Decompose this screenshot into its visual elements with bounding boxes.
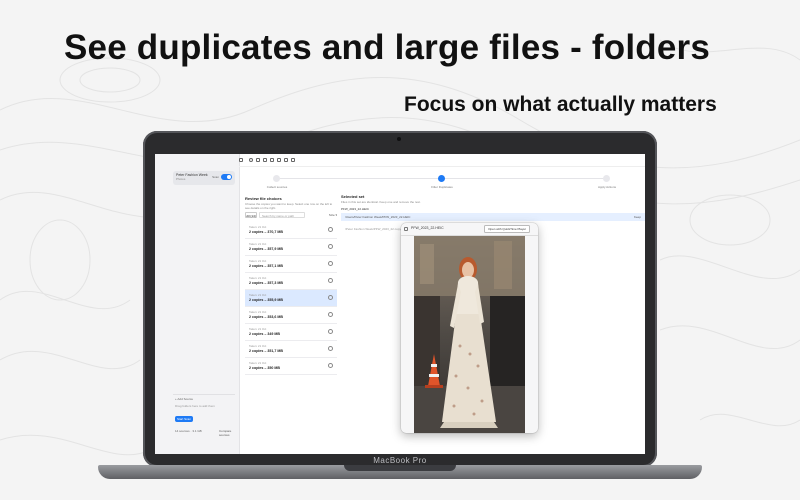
compare-sources-button[interactable]: Compare sources (219, 429, 239, 437)
selected-set-title: Selected set (341, 194, 365, 199)
selected-file-row[interactable]: /Users/Peter Fashion Week/PFW_2023_22.HE… (341, 213, 645, 221)
list-item-size: 2 copies – 349 MB (249, 332, 280, 336)
list-item-date: Taken: 21 Oct (249, 327, 267, 331)
list-item-size: 2 copies – 357,3 MB (249, 281, 283, 285)
list-item-size: 2 copies – 357,9 MB (249, 247, 283, 251)
folder-icon[interactable] (256, 158, 260, 162)
step-1-dot[interactable] (273, 175, 280, 182)
list-item-date: Taken: 21 Oct (249, 259, 267, 263)
step-3-label: Apply Actions (597, 185, 616, 189)
list-item-size: 2 copies – 350 MB (249, 366, 280, 370)
eye-icon[interactable] (328, 227, 333, 232)
eye-icon[interactable] (328, 363, 333, 368)
keep-tag[interactable]: Keep (634, 215, 641, 219)
filter-bar: All (14) Search by name or path Size ▾ (245, 212, 337, 218)
camera-icon (397, 137, 401, 141)
laptop-brand-label: MacBook Pro (373, 456, 427, 465)
search-input[interactable]: Search by name or path (259, 212, 305, 218)
selected-file-path: /Users/Peter Fashion Week/PFW_2023_22.HE… (345, 215, 411, 219)
list-item-selected[interactable]: Taken: 21 Oct 2 copies – 355,9 MB (245, 290, 337, 307)
sort-select[interactable]: Size ▾ (329, 212, 337, 218)
sidebar-toggle-icon[interactable] (239, 158, 243, 162)
eye-icon[interactable] (328, 261, 333, 266)
selected-file-name: PFW_2023_22.HEIC (341, 207, 370, 211)
scan-toggle-label: Scan (212, 175, 219, 179)
list-item[interactable]: Taken: 21 Oct 2 copies – 357,3 MB (245, 273, 337, 290)
list-item-size: 2 copies – 357,1 MB (249, 264, 283, 268)
list-item-date: Taken: 21 Oct (249, 242, 267, 246)
step-3-dot[interactable] (603, 175, 610, 182)
list-item[interactable]: Taken: 21 Oct 2 copies – 350 MB (245, 358, 337, 375)
scan-toggle[interactable] (221, 174, 232, 180)
list-item-date: Taken: 21 Oct (249, 225, 267, 229)
grid-icon[interactable] (284, 158, 288, 162)
laptop-lid: Peter Fashion Week Photos Scan + Add Sou… (143, 131, 657, 467)
subheadline: Focus on what actually matters (404, 93, 717, 116)
step-2-dot[interactable] (438, 175, 445, 182)
eye-icon[interactable] (328, 244, 333, 249)
laptop-screen: Peter Fashion Week Photos Scan + Add Sou… (155, 154, 645, 454)
quicklook-file-name: PFW_2023_22.HEIC (411, 226, 444, 230)
list-item[interactable]: Taken: 21 Oct 2 copies – 349 MB (245, 324, 337, 341)
list-item-date: Taken: 21 Oct (249, 344, 267, 348)
start-scan-button[interactable]: Start Scan (175, 416, 193, 422)
open-with-button[interactable]: Open with QuickTime Player (484, 225, 530, 233)
eye-icon[interactable] (328, 278, 333, 283)
sidebar-tip: Drag folders here to add them (175, 404, 215, 408)
eye-icon[interactable] (328, 329, 333, 334)
list-item-date: Taken: 21 Oct (249, 310, 267, 314)
list-item-size: 2 copies – 355,9 MB (249, 298, 283, 302)
list-item-date: Taken: 21 Oct (249, 276, 267, 280)
list-item-date: Taken: 21 Oct (249, 293, 267, 297)
headline: See duplicates and large files - folders (64, 28, 710, 67)
sidebar: Peter Fashion Week Photos Scan + Add Sou… (155, 154, 240, 454)
settings-icon[interactable] (291, 158, 295, 162)
list-item-size: 2 copies – 351,7 MB (249, 349, 283, 353)
list-item-size: 2 copies – 353,6 MB (249, 315, 283, 319)
eye-icon[interactable] (328, 295, 333, 300)
share-icon[interactable] (277, 158, 281, 162)
duplicate-file-path[interactable]: /Peter Fashion Week/PFW_2023_22 copy.HEI… (345, 227, 409, 231)
list-item-size: 2 copies – 370,7 MB (249, 230, 283, 234)
step-1-label: Collect sources (266, 185, 288, 189)
laptop-base (98, 465, 702, 479)
list-item[interactable]: Taken: 21 Oct 2 copies – 357,9 MB (245, 239, 337, 256)
preview-photo (414, 236, 525, 433)
refresh-icon[interactable] (263, 158, 267, 162)
step-2-label: Filter Duplicates (431, 185, 453, 189)
sources-summary: 14 sources · 3.1 GB (175, 429, 202, 433)
eye-icon[interactable] (328, 346, 333, 351)
add-icon[interactable] (249, 158, 253, 162)
file-choices-panel: Review file choices Choose the copies yo… (245, 196, 337, 384)
filter-all-button[interactable]: All (14) (245, 212, 257, 218)
divider (173, 394, 235, 395)
add-source-link[interactable]: + Add Source (175, 397, 193, 401)
list-item[interactable]: Taken: 21 Oct 2 copies – 357,1 MB (245, 256, 337, 273)
list-item[interactable]: Taken: 21 Oct 2 copies – 370,7 MB (245, 222, 337, 239)
quicklook-window: PFW_2023_22.HEIC Open with QuickTime Pla… (401, 223, 538, 433)
list-item-date: Taken: 21 Oct (249, 361, 267, 365)
panel-description: Choose the copies you want to keep. Sele… (245, 202, 333, 210)
list-item[interactable]: Taken: 21 Oct 2 copies – 351,7 MB (245, 341, 337, 358)
progress-steps: Collect sources Filter Duplicates Apply … (239, 172, 645, 192)
trash-icon[interactable] (270, 158, 274, 162)
panel-title: Review file choices (245, 196, 282, 201)
list-item[interactable]: Taken: 21 Oct 2 copies – 353,6 MB (245, 307, 337, 324)
quicklook-header: PFW_2023_22.HEIC Open with QuickTime Pla… (401, 223, 538, 236)
duplicate-list: Taken: 21 Oct 2 copies – 370,7 MB Taken:… (245, 222, 337, 375)
toolbar (239, 154, 645, 167)
laptop-notch (344, 465, 456, 471)
close-icon[interactable] (404, 227, 408, 231)
eye-icon[interactable] (328, 312, 333, 317)
source-card[interactable]: Peter Fashion Week Photos Scan (173, 171, 235, 185)
selected-set-description: Files in this set are identical. Keep on… (341, 200, 421, 204)
